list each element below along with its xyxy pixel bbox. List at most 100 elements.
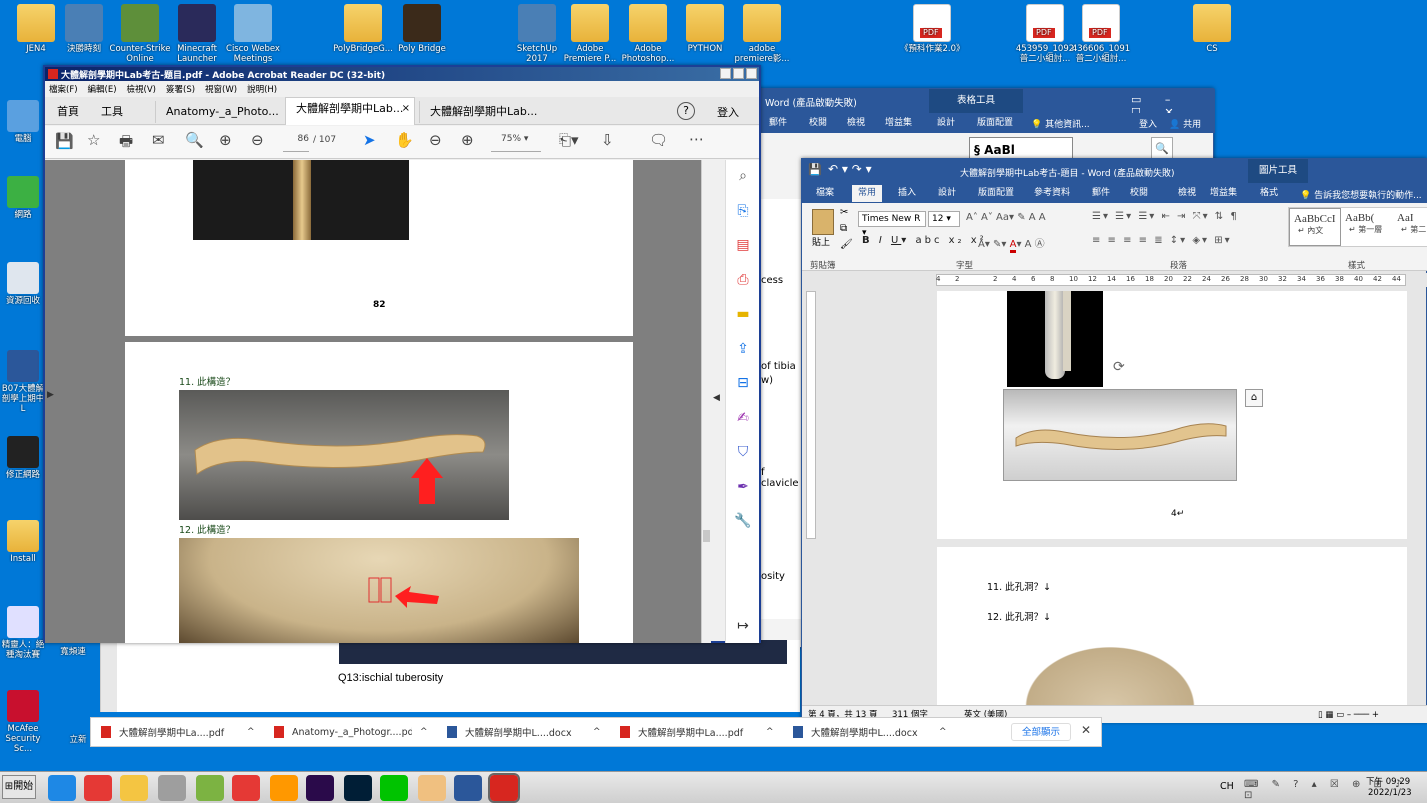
acrobat-login[interactable]: 登入 xyxy=(717,104,739,120)
font-size-select[interactable]: 12 ▾ xyxy=(928,211,960,227)
word-undo-icon[interactable]: ↶ ▾ ↷ ▾ xyxy=(828,162,872,176)
desktop-icon[interactable]: 資源回收 xyxy=(0,262,46,306)
word-save-icon[interactable]: 💾 xyxy=(808,163,822,176)
expand-panel-icon[interactable]: ↦ xyxy=(733,616,753,636)
download-item[interactable]: Anatomy-_a_Photogr....pdf ^ xyxy=(274,718,444,746)
word-back-help[interactable]: 💡 其他資訊... xyxy=(1031,117,1090,130)
word-front-tab[interactable]: 檔案 xyxy=(816,185,834,202)
menu-item[interactable]: 檔案(F) xyxy=(49,85,78,95)
word-back-tab[interactable]: 檢視 xyxy=(847,115,865,132)
desktop-icon[interactable]: PYTHON xyxy=(673,4,737,54)
clock-date[interactable]: 2022/1/23 xyxy=(1368,788,1412,798)
word-front-tell-me[interactable]: 💡 告訴我您想要執行的動作... xyxy=(1300,188,1422,201)
view-zoom-controls[interactable]: ▯ ▦ ▭ – ─── + xyxy=(1318,706,1379,724)
chevron-up-icon[interactable]: ^ xyxy=(247,727,255,737)
desktop-icon[interactable]: adobe premiere影... xyxy=(730,4,794,64)
page-current-input[interactable]: 86 xyxy=(283,134,309,152)
close-tab-icon[interactable]: × xyxy=(402,98,410,120)
word-front-tab[interactable]: 版面配置 xyxy=(978,185,1014,202)
chevron-up-icon[interactable]: ^ xyxy=(766,727,774,737)
signature-pen-icon[interactable]: ✒ xyxy=(733,477,753,497)
prev-page-icon[interactable]: ⊕ xyxy=(219,131,232,149)
paste-icon[interactable] xyxy=(812,209,834,235)
next-page-icon[interactable]: ⊖ xyxy=(251,131,264,149)
clock-time[interactable]: 下午 09:29 xyxy=(1366,775,1410,787)
vertical-scrollbar[interactable] xyxy=(701,160,711,643)
show-all-downloads-button[interactable]: 全部顯示 xyxy=(1011,723,1071,741)
style-item[interactable]: AaBbCcI ↵ 內文 xyxy=(1289,208,1341,246)
protect-shield-icon[interactable]: ⛉ xyxy=(733,442,753,462)
desktop-icon[interactable]: 網路 xyxy=(0,176,46,220)
zoom-in-icon[interactable]: ⊕ xyxy=(461,131,474,149)
desktop-icon[interactable]: 《預科作業2.0》 xyxy=(900,4,965,54)
menu-item[interactable]: 簽署(S) xyxy=(166,85,195,95)
zoom-search-icon[interactable]: 🔍 xyxy=(185,131,204,149)
word-front-tab[interactable]: 郵件 xyxy=(1092,185,1110,202)
word-front-tab[interactable]: 增益集 xyxy=(1210,185,1237,202)
menu-item[interactable]: 編輯(E) xyxy=(88,85,117,95)
download-item[interactable]: 大體解剖學期中La....pdf ^ xyxy=(620,718,790,746)
ie-taskbar-icon[interactable] xyxy=(48,775,76,801)
font-color-icon[interactable]: A▾ ✎▾ A▾ A Ⓐ xyxy=(978,235,1045,253)
line-taskbar-icon[interactable] xyxy=(380,775,408,801)
avatar-taskbar-icon[interactable] xyxy=(418,775,446,801)
paint-taskbar-icon[interactable] xyxy=(196,775,224,801)
desktop-icon[interactable]: Install xyxy=(0,520,46,564)
export-pdf-icon[interactable]: ⎘ xyxy=(733,201,753,221)
premiere-taskbar-icon[interactable] xyxy=(306,775,334,801)
rotate-handle-icon[interactable]: ⟳ xyxy=(1113,359,1125,375)
desktop-icon[interactable]: Counter-Strike Online xyxy=(108,4,172,64)
word-back-share[interactable]: 👤 共用 xyxy=(1169,117,1201,130)
garena-taskbar-icon[interactable] xyxy=(232,775,260,801)
chevron-up-icon[interactable]: ^ xyxy=(593,727,601,737)
desktop-icon[interactable]: 453959_1092 普二小組討... xyxy=(1013,4,1077,64)
enhance-scans-icon[interactable]: ⊟ xyxy=(733,373,753,393)
font-name-select[interactable]: Times New R ▾ xyxy=(858,211,926,238)
right-panel-collapse[interactable]: ◀ xyxy=(713,393,720,403)
desktop-icon[interactable]: 電腦 xyxy=(0,100,46,144)
cut-icon[interactable]: ✂ xyxy=(840,207,848,218)
word-back-tab[interactable]: 版面配置 xyxy=(977,115,1013,132)
zoom-select[interactable]: 75% ▾ xyxy=(491,134,541,152)
word-back-tab[interactable]: 增益集 xyxy=(885,115,912,132)
font-grow-shrink-icons[interactable]: A˄ A˅ Aa▾ ✎ A A xyxy=(966,212,1046,223)
comment-note-icon[interactable]: ▬ xyxy=(733,304,753,324)
word-front-tab[interactable]: 校閱 xyxy=(1130,185,1148,202)
copy-icon[interactable]: ⧉ xyxy=(840,223,847,234)
menu-item[interactable]: 檢視(V) xyxy=(127,85,156,95)
download-item[interactable]: 大體解剖學期中L....docx ^ xyxy=(793,718,963,746)
paste-label[interactable]: 貼上 xyxy=(812,235,830,248)
acrobat-tab[interactable]: 大體解剖學期中Lab... xyxy=(419,101,549,123)
layout-options-icon[interactable]: ⌂ xyxy=(1245,389,1263,407)
acrobat-tab[interactable]: 大體解剖學期中Lab... × xyxy=(285,97,415,125)
desktop-icon[interactable]: 精靈人：絕種淘汰賽 xyxy=(0,606,46,660)
desktop-icon[interactable]: Minecraft Launcher xyxy=(165,4,229,64)
email-icon[interactable]: ✉ xyxy=(152,131,165,149)
calculator-taskbar-icon[interactable] xyxy=(158,775,186,801)
close-download-bar-icon[interactable]: ✕ xyxy=(1081,723,1091,737)
desktop-icon[interactable]: McAfee Security Sc... xyxy=(0,690,46,754)
word-back-login[interactable]: 登入 xyxy=(1139,117,1157,130)
desktop-icon[interactable]: 436606_1091 普二小組討... xyxy=(1069,4,1133,64)
download-item[interactable]: 大體解剖學期中La....pdf ^ xyxy=(101,718,271,746)
style-item[interactable]: AaI ↵ 第二 xyxy=(1393,208,1427,246)
help-icon[interactable]: ? xyxy=(677,102,695,120)
desktop-icon[interactable]: CS xyxy=(1180,4,1244,54)
send-for-review-icon[interactable]: ⇪ xyxy=(733,339,753,359)
select-cursor-icon[interactable]: ➤ xyxy=(363,131,376,149)
format-painter-icon[interactable]: 🖌 xyxy=(840,239,853,250)
more-tools-icon[interactable]: ⋯ xyxy=(689,130,704,148)
scroll-mode-icon[interactable]: ⇩ xyxy=(601,131,614,149)
bookmark-star-icon[interactable]: ☆ xyxy=(87,131,100,149)
bone-photo-top[interactable] xyxy=(193,160,409,240)
create-pdf-icon[interactable]: ⎙ xyxy=(733,270,753,290)
skull-base-photo[interactable] xyxy=(179,538,579,643)
zoom-out-icon[interactable]: ⊖ xyxy=(429,131,442,149)
skull-image[interactable] xyxy=(1003,631,1217,707)
fill-sign-icon[interactable]: ✍ xyxy=(733,408,753,428)
word-front-tab[interactable]: 參考資料 xyxy=(1034,185,1070,202)
ime-indicator[interactable]: CH xyxy=(1220,781,1234,792)
download-item[interactable]: 大體解剖學期中L....docx ^ xyxy=(447,718,617,746)
desktop-icon[interactable]: Poly Bridge xyxy=(390,4,454,54)
desktop-icon[interactable]: Cisco Webex Meetings xyxy=(221,4,285,64)
